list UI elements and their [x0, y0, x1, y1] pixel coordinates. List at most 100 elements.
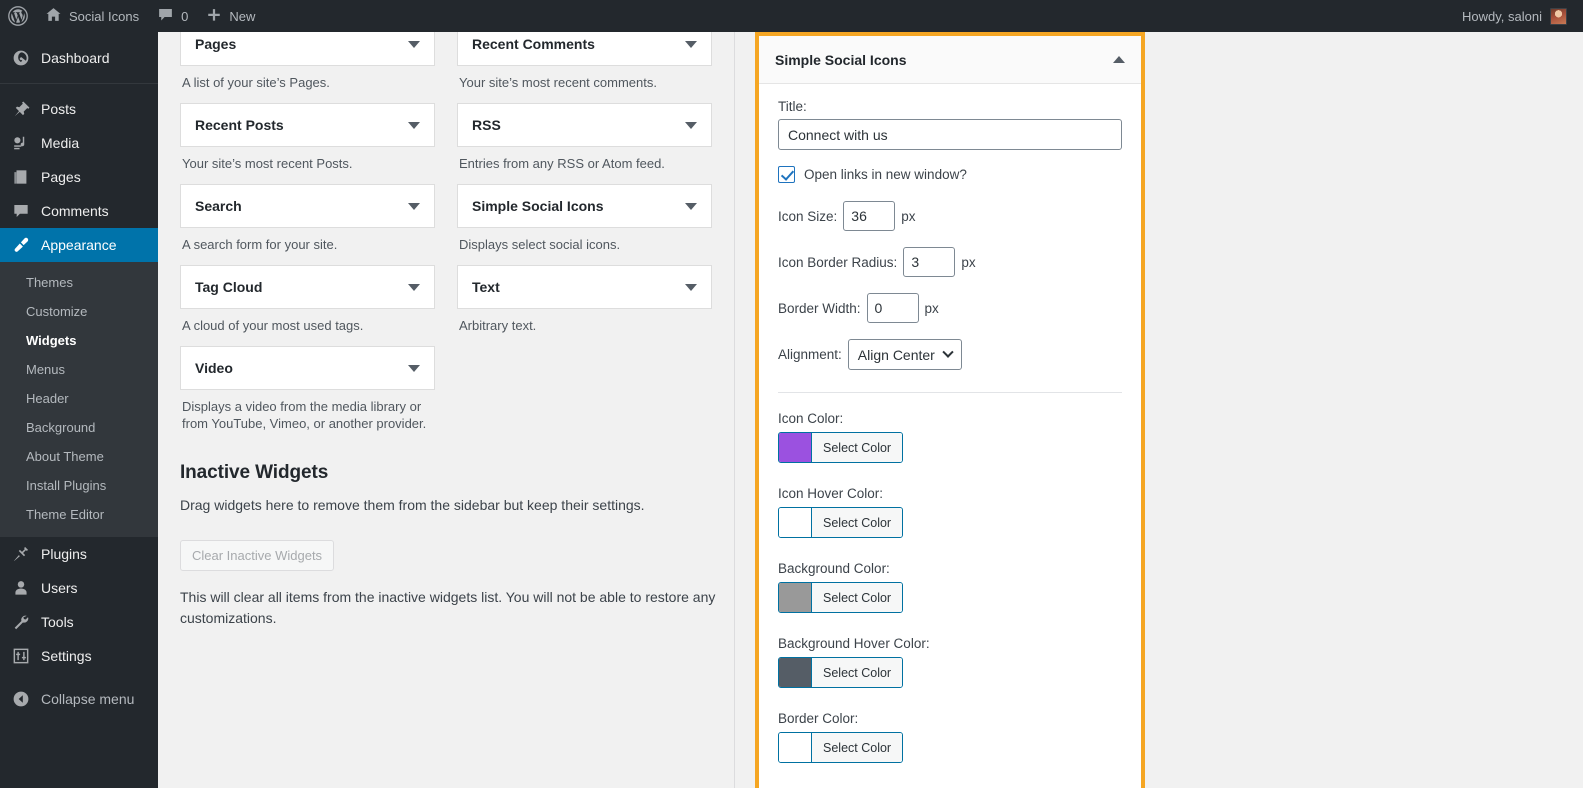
site-name-menu[interactable]: Social Icons — [36, 0, 148, 32]
sidebar-item-comments[interactable]: Comments — [0, 194, 158, 228]
widget-card-tag-cloud[interactable]: Tag Cloud — [180, 265, 435, 309]
chevron-down-icon[interactable] — [408, 40, 420, 48]
widget-title: Recent Comments — [472, 36, 595, 52]
available-widgets-column-right: Recent Comments Your site’s most recent … — [457, 32, 712, 444]
chevron-down-icon[interactable] — [685, 202, 697, 210]
select-color-button[interactable]: Select Color — [811, 733, 903, 762]
background-hover-color-picker[interactable]: Select Color — [778, 657, 904, 688]
widget-card-text[interactable]: Text — [457, 265, 712, 309]
chevron-down-icon[interactable] — [408, 364, 420, 372]
submenu-item-install-plugins[interactable]: Install Plugins — [0, 471, 158, 500]
sidebar-item-users[interactable]: Users — [0, 571, 158, 605]
background-color-picker[interactable]: Select Color — [778, 582, 904, 613]
title-input[interactable] — [778, 119, 1122, 150]
chevron-down-icon[interactable] — [685, 283, 697, 291]
color-swatch[interactable] — [779, 583, 811, 612]
color-swatch[interactable] — [779, 733, 811, 762]
wordpress-logo-button[interactable] — [0, 0, 36, 32]
chevron-down-icon[interactable] — [685, 40, 697, 48]
icon-border-radius-input[interactable] — [903, 247, 956, 277]
border-color-picker[interactable]: Select Color — [778, 732, 904, 763]
widget-panel-header[interactable]: Simple Social Icons — [759, 36, 1141, 84]
sidebar-item-posts[interactable]: Posts — [0, 92, 158, 126]
comment-bubble-icon — [157, 6, 174, 26]
menu-bottom-gap — [0, 673, 158, 682]
widget-description: Arbitrary text. — [459, 318, 537, 333]
submenu-item-header[interactable]: Header — [0, 384, 158, 413]
icon-hover-color-group: Icon Hover Color: Select Color — [778, 486, 1122, 542]
background-hover-color-label: Background Hover Color: — [778, 636, 930, 651]
submenu-item-widgets[interactable]: Widgets — [0, 326, 158, 355]
widget-card-video[interactable]: Video — [180, 346, 435, 390]
icon-size-row: Icon Size: px — [778, 201, 1122, 231]
dashboard-icon — [11, 48, 31, 68]
icon-size-label: Icon Size: — [778, 208, 838, 224]
submenu-item-menus[interactable]: Menus — [0, 355, 158, 384]
border-width-input[interactable] — [866, 293, 919, 323]
widget-card-recent-posts[interactable]: Recent Posts — [180, 103, 435, 147]
comments-bubble-button[interactable]: 0 — [148, 0, 197, 32]
title-field-label: Title: — [778, 99, 807, 114]
submenu-item-customize[interactable]: Customize — [0, 297, 158, 326]
icon-hover-color-picker[interactable]: Select Color — [778, 507, 904, 538]
chevron-down-icon[interactable] — [408, 121, 420, 129]
select-color-button[interactable]: Select Color — [811, 583, 903, 612]
color-swatch[interactable] — [779, 433, 811, 462]
border-width-label: Border Width: — [778, 300, 861, 316]
submenu-item-theme-editor[interactable]: Theme Editor — [0, 500, 158, 529]
available-widgets-column-left: Pages A list of your site’s Pages. Recen… — [180, 32, 435, 444]
plugins-plug-icon — [11, 544, 31, 564]
widget-card-search[interactable]: Search — [180, 184, 435, 228]
sidebar-item-label: Pages — [41, 169, 81, 185]
widget-card-pages[interactable]: Pages — [180, 32, 435, 66]
sidebar-item-settings[interactable]: Settings — [0, 639, 158, 673]
color-swatch[interactable] — [779, 508, 811, 537]
widget-card-rss[interactable]: RSS — [457, 103, 712, 147]
open-new-window-checkbox[interactable] — [778, 166, 795, 183]
select-color-button[interactable]: Select Color — [811, 433, 903, 462]
my-account-menu[interactable]: Howdy, saloni — [1462, 7, 1583, 25]
icon-color-picker[interactable]: Select Color — [778, 432, 904, 463]
icon-border-radius-row: Icon Border Radius: px — [778, 247, 1122, 277]
sidebar-item-plugins[interactable]: Plugins — [0, 537, 158, 571]
submenu-item-background[interactable]: Background — [0, 413, 158, 442]
chevron-up-icon[interactable] — [1113, 56, 1125, 63]
alignment-select[interactable]: Align Center — [847, 339, 962, 370]
available-widgets-list: Pages A list of your site’s Pages. Recen… — [180, 32, 725, 444]
icon-size-input[interactable] — [843, 201, 896, 231]
icon-color-group: Icon Color: Select Color — [778, 411, 1122, 467]
open-new-window-label: Open links in new window? — [804, 167, 967, 182]
new-content-menu[interactable]: New — [197, 0, 264, 32]
icon-border-radius-label: Icon Border Radius: — [778, 254, 898, 270]
widget-card-recent-comments[interactable]: Recent Comments — [457, 32, 712, 66]
sidebar-item-label: Tools — [41, 614, 74, 630]
border-color-group: Border Color: Select Color — [778, 711, 1122, 767]
sidebar-item-label: Plugins — [41, 546, 87, 562]
collapse-menu-button[interactable]: Collapse menu — [0, 682, 158, 716]
icon-border-radius-unit: px — [961, 254, 976, 270]
select-color-button[interactable]: Select Color — [811, 508, 903, 537]
new-label: New — [229, 8, 256, 24]
chevron-down-icon[interactable] — [408, 202, 420, 210]
post-pin-icon — [11, 99, 31, 119]
color-swatch[interactable] — [779, 658, 811, 687]
sidebar-item-dashboard[interactable]: Dashboard — [0, 41, 158, 75]
clear-inactive-widgets-button[interactable]: Clear Inactive Widgets — [180, 540, 335, 571]
sidebar-item-appearance[interactable]: Appearance — [0, 228, 166, 262]
submenu-item-themes[interactable]: Themes — [0, 268, 158, 297]
chevron-down-icon[interactable] — [408, 283, 420, 291]
widget-card-simple-social-icons[interactable]: Simple Social Icons — [457, 184, 712, 228]
alignment-label: Alignment: — [778, 347, 842, 362]
open-new-window-row[interactable]: Open links in new window? — [778, 166, 1122, 183]
sidebar-item-pages[interactable]: Pages — [0, 160, 158, 194]
sidebar-item-media[interactable]: Media — [0, 126, 158, 160]
sidebar-item-label: Posts — [41, 101, 77, 117]
icon-hover-color-label: Icon Hover Color: — [778, 486, 884, 501]
widget-description: Your site’s most recent comments. — [459, 75, 657, 90]
comment-icon — [11, 201, 31, 221]
chevron-down-icon[interactable] — [685, 121, 697, 129]
select-color-button[interactable]: Select Color — [811, 658, 903, 687]
menu-top-gap — [0, 32, 158, 41]
sidebar-item-tools[interactable]: Tools — [0, 605, 158, 639]
submenu-item-about-theme[interactable]: About Theme — [0, 442, 158, 471]
